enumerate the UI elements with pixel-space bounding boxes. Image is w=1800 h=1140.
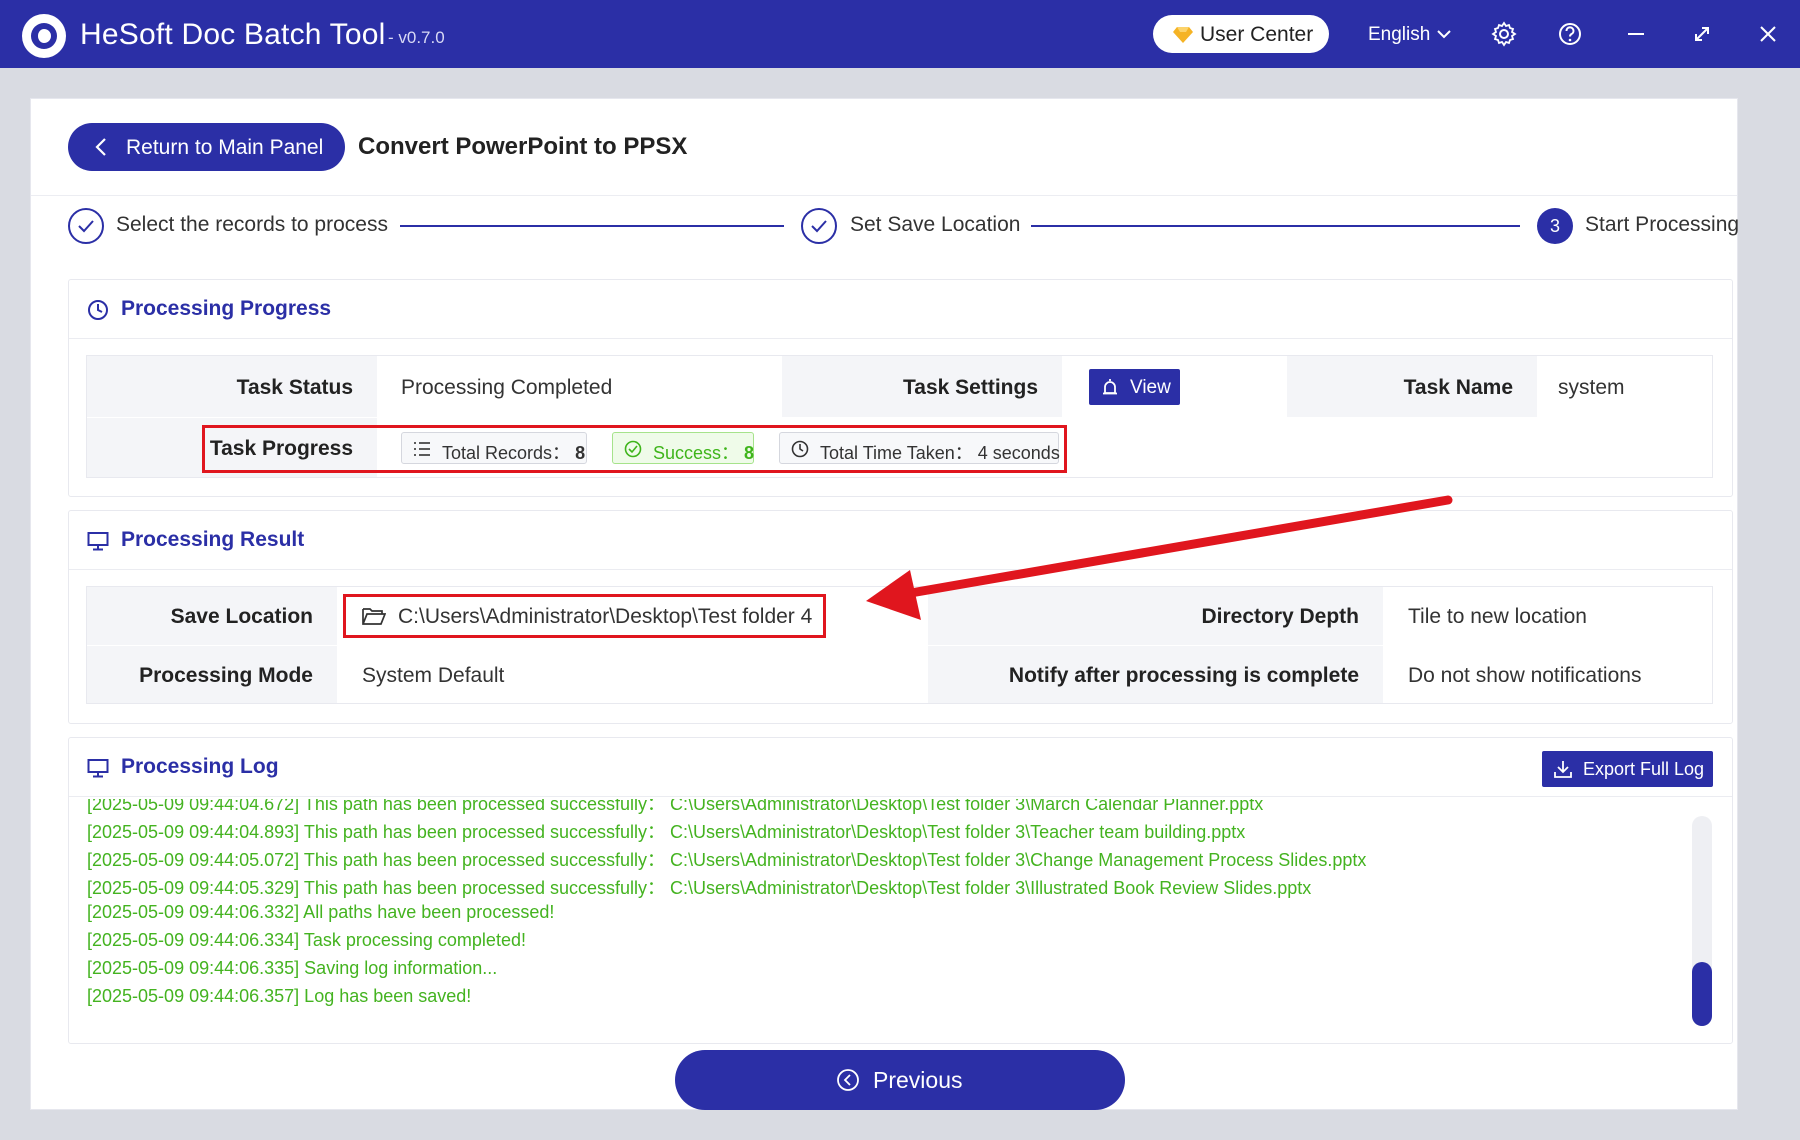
view-settings-button[interactable]: View — [1089, 369, 1180, 405]
app-title: HeSoft Doc Batch Tool — [80, 18, 386, 51]
processing-mode-value: System Default — [338, 646, 927, 703]
highlight-box — [202, 425, 1067, 473]
maximize-icon[interactable] — [1688, 20, 1716, 48]
step-connector — [1031, 225, 1520, 227]
alarm-bell-icon — [1103, 379, 1117, 395]
download-icon — [1554, 761, 1572, 778]
view-label: View — [1130, 377, 1171, 398]
user-center-button[interactable]: User Center — [1153, 15, 1329, 53]
log-line: [2025-05-09 09:44:05.329] This path has … — [87, 878, 1312, 898]
clock-icon — [88, 300, 108, 320]
highlight-box — [343, 594, 826, 638]
return-to-main-label: Return to Main Panel — [126, 136, 324, 159]
step-2-check-icon — [801, 208, 837, 244]
task-status-label: Task Status — [87, 356, 377, 417]
log-line: [2025-05-09 09:44:06.334] Task processin… — [87, 930, 526, 950]
previous-button[interactable]: Previous — [675, 1050, 1125, 1110]
header-divider — [31, 195, 1737, 196]
log-line: [2025-05-09 09:44:05.072] This path has … — [87, 850, 1367, 870]
processing-log-title: Processing Log — [121, 755, 279, 778]
log-line: [2025-05-09 09:44:04.893] This path has … — [87, 822, 1246, 842]
notify-value: Do not show notifications — [1384, 646, 1712, 703]
save-location-label: Save Location — [87, 587, 337, 645]
log-line: [2025-05-09 09:44:06.332] All paths have… — [87, 902, 555, 922]
step-3-number: 3 — [1537, 208, 1573, 244]
log-scrollbar-thumb[interactable] — [1692, 962, 1712, 1026]
step-2-label: Set Save Location — [850, 213, 1021, 236]
diamond-icon — [1173, 27, 1193, 43]
export-full-log-label: Export Full Log — [1583, 759, 1705, 779]
export-full-log-button[interactable]: Export Full Log — [1542, 751, 1713, 787]
monitor-icon — [87, 532, 109, 551]
processing-mode-label: Processing Mode — [87, 646, 337, 703]
user-center-label: User Center — [1200, 23, 1314, 46]
title-bar: HeSoft Doc Batch Tool - v0.7.0 User Cent… — [0, 0, 1800, 68]
close-icon[interactable] — [1754, 20, 1782, 48]
step-1-label: Select the records to process — [116, 213, 388, 236]
previous-label: Previous — [873, 1067, 963, 1093]
task-name-label: Task Name — [1287, 356, 1537, 417]
help-icon[interactable] — [1556, 20, 1584, 48]
minimize-icon[interactable] — [1622, 20, 1650, 48]
step-1-check-icon — [68, 208, 104, 244]
chevron-left-circle-icon — [837, 1069, 859, 1091]
processing-progress-title: Processing Progress — [121, 297, 332, 320]
log-line: [2025-05-09 09:44:06.357] Log has been s… — [87, 986, 472, 1006]
app-logo-icon — [22, 14, 66, 58]
log-list[interactable]: [2025-05-09 09:44:04.672] This path has … — [69, 799, 1689, 1039]
chevron-down-icon[interactable] — [1436, 26, 1452, 42]
step-connector — [400, 225, 784, 227]
directory-depth-label: Directory Depth — [928, 587, 1383, 645]
language-selector[interactable]: English — [1368, 24, 1430, 46]
log-line: [2025-05-09 09:44:04.672] This path has … — [87, 799, 1264, 814]
page-title: Convert PowerPoint to PPSX — [358, 133, 688, 160]
task-name-value: system — [1538, 356, 1712, 417]
processing-result-title: Processing Result — [121, 528, 305, 551]
settings-gear-icon[interactable] — [1490, 20, 1518, 48]
directory-depth-value: Tile to new location — [1384, 587, 1712, 645]
app-version: - v0.7.0 — [388, 28, 445, 47]
notify-label: Notify after processing is complete — [928, 646, 1383, 703]
chevron-left-icon — [95, 138, 106, 156]
return-to-main-button[interactable]: Return to Main Panel — [68, 123, 345, 171]
task-status-value: Processing Completed — [378, 356, 781, 417]
monitor-icon — [87, 759, 109, 778]
log-line: [2025-05-09 09:44:06.335] Saving log inf… — [87, 958, 498, 978]
step-3-label: Start Processing — [1585, 213, 1740, 236]
task-settings-label: Task Settings — [782, 356, 1062, 417]
